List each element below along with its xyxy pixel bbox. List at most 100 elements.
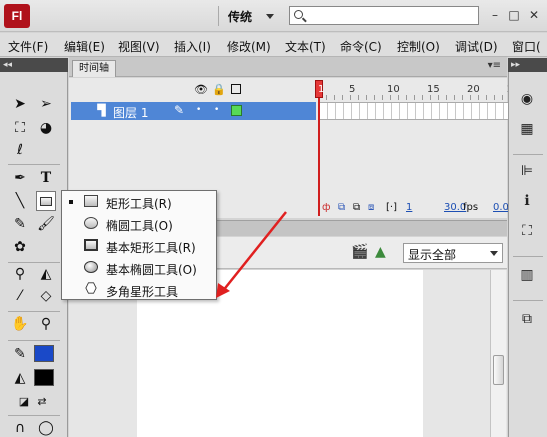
- eye-icon[interactable]: 👁: [194, 83, 208, 96]
- tools-panel: ➤ ➢ ⛶ ◕ ℓ ✒ T ╲ ✎ 🖌 ✿ ⚲ ◭ ⁄ ◇ ✋ ⚲ ✎ ◭ ◪ …: [0, 72, 68, 437]
- brush-tool-icon[interactable]: 🖌: [36, 214, 56, 234]
- frame-number: 10: [387, 84, 400, 95]
- library-panel-icon[interactable]: ▥: [518, 266, 536, 284]
- snap-magnet-icon[interactable]: ∩: [10, 418, 30, 437]
- rectangle-tool-icon[interactable]: [36, 191, 56, 211]
- deco-tool-icon[interactable]: ✿: [10, 237, 30, 257]
- menu-item-primitive-oval-tool[interactable]: 基本椭圆工具(O): [62, 257, 216, 279]
- menu-edit[interactable]: 编辑(E): [64, 38, 105, 55]
- menu-window[interactable]: 窗口(: [512, 38, 541, 55]
- pen-tool-icon[interactable]: ✒: [10, 168, 30, 188]
- onion-skin-icon[interactable]: ⧉: [338, 202, 345, 213]
- zoom-tool-icon[interactable]: ⚲: [36, 314, 56, 334]
- tool-divider: [8, 415, 60, 416]
- flash-logo: Fl: [4, 4, 30, 28]
- frame-number: 5: [349, 84, 356, 95]
- workspace-switcher[interactable]: 传统: [228, 8, 252, 25]
- lock-dot[interactable]: •: [214, 105, 219, 115]
- align-panel-icon[interactable]: ⊫: [518, 162, 536, 180]
- zoom-select[interactable]: 显示全部: [403, 243, 503, 263]
- visible-dot[interactable]: •: [196, 105, 201, 115]
- subselection-tool-icon[interactable]: ➢: [36, 94, 56, 114]
- eraser-tool-icon[interactable]: ◇: [36, 286, 56, 306]
- transform-panel-icon[interactable]: ⛶: [518, 222, 536, 240]
- chevron-down-icon[interactable]: [266, 14, 274, 19]
- lasso-tool-icon[interactable]: ℓ: [10, 140, 30, 160]
- panel-menu-icon[interactable]: ▾≡: [488, 60, 501, 71]
- menu-debug[interactable]: 调试(D): [455, 38, 498, 55]
- shape-tools-menu: 矩形工具(R) 椭圆工具(O) 基本矩形工具(R) 基本椭圆工具(O) 多角星形…: [61, 190, 217, 300]
- edit-scene-icon[interactable]: 🎬: [351, 244, 368, 260]
- menu-item-rectangle-tool[interactable]: 矩形工具(R): [62, 191, 216, 213]
- swatches-panel-icon[interactable]: ▦: [518, 120, 536, 138]
- swap-colors-icon[interactable]: ⇄: [32, 391, 52, 411]
- layer-name[interactable]: 图层 1: [113, 104, 148, 121]
- fill-color-icon: ◭: [14, 370, 26, 386]
- info-panel-icon[interactable]: ℹ: [518, 192, 536, 210]
- minimize-button[interactable]: –: [487, 7, 503, 23]
- tab-timeline[interactable]: 时间轴: [72, 60, 116, 77]
- fill-color-swatch[interactable]: [34, 369, 54, 386]
- menu-modify[interactable]: 修改(M): [227, 38, 271, 55]
- playhead[interactable]: [318, 80, 320, 216]
- search-input[interactable]: [289, 6, 479, 25]
- edit-symbols-icon[interactable]: ▲: [375, 244, 386, 260]
- menu-item-primitive-rectangle-tool[interactable]: 基本矩形工具(R): [62, 235, 216, 257]
- panels-collapse-strip[interactable]: ▸▸: [508, 58, 547, 72]
- paint-bucket-tool-icon[interactable]: ◭: [36, 264, 56, 284]
- tool-divider: [8, 262, 60, 263]
- onion-markers-icon[interactable]: [·]: [386, 202, 397, 213]
- scroll-thumb[interactable]: [493, 355, 504, 385]
- menu-item-polystar-tool[interactable]: 多角星形工具: [62, 279, 216, 301]
- straighten-icon[interactable]: ◯: [36, 418, 56, 437]
- timeline-tab-bar: 时间轴 ▾≡: [69, 57, 507, 77]
- components-panel-icon[interactable]: ⧉: [518, 310, 536, 328]
- maximize-button[interactable]: □: [506, 7, 522, 23]
- color-panel-icon[interactable]: ◉: [518, 90, 536, 108]
- menu-control[interactable]: 控制(O): [397, 38, 440, 55]
- default-colors-icon[interactable]: ◪: [14, 391, 34, 411]
- frame-number: 20: [467, 84, 480, 95]
- menu-file[interactable]: 文件(F): [8, 38, 48, 55]
- panel-divider: [513, 154, 543, 155]
- edit-multiple-frames-icon[interactable]: ⧈: [368, 202, 374, 213]
- 3d-rotation-tool-icon[interactable]: ◕: [36, 118, 56, 138]
- title-bar: Fl 传统 – □ ✕: [0, 0, 547, 32]
- lock-icon[interactable]: 🔒: [212, 83, 226, 96]
- fps-unit: fps: [463, 202, 479, 213]
- bone-tool-icon[interactable]: ⚲: [10, 264, 30, 284]
- selection-tool-icon[interactable]: ➤: [10, 94, 30, 114]
- menu-item-oval-tool[interactable]: 椭圆工具(O): [62, 213, 216, 235]
- menu-view[interactable]: 视图(V): [118, 38, 160, 55]
- line-tool-icon[interactable]: ╲: [10, 191, 30, 211]
- eyedropper-tool-icon[interactable]: ⁄: [10, 286, 30, 306]
- stage-scrollbar[interactable]: [490, 270, 506, 437]
- panel-divider: [513, 300, 543, 301]
- zoom-value: 显示全部: [408, 248, 457, 262]
- search-icon: [294, 10, 303, 19]
- menu-commands[interactable]: 命令(C): [340, 38, 382, 55]
- outline-icon[interactable]: [231, 84, 241, 94]
- menu-text[interactable]: 文本(T): [285, 38, 326, 55]
- close-button[interactable]: ✕: [526, 7, 542, 23]
- right-panel-dock: ◉ ▦ ⊫ ℹ ⛶ ▥ ⧉: [508, 72, 547, 437]
- tools-collapse-strip[interactable]: ◂◂: [0, 58, 68, 72]
- layer-row[interactable]: ▝▌ 图层 1 ✎ • •: [71, 102, 316, 120]
- selected-bullet: [69, 200, 73, 204]
- hand-tool-icon[interactable]: ✋: [10, 314, 30, 334]
- title-separator: [218, 6, 219, 26]
- free-transform-tool-icon[interactable]: ⛶: [10, 118, 30, 138]
- onion-outline-icon[interactable]: ⧉: [353, 202, 360, 213]
- oval-icon: [84, 217, 98, 229]
- pencil-tool-icon[interactable]: ✎: [10, 214, 30, 234]
- current-frame[interactable]: 1: [406, 202, 412, 213]
- frame-number: 15: [427, 84, 440, 95]
- center-frame-icon[interactable]: ф: [322, 202, 331, 213]
- text-tool-icon[interactable]: T: [36, 168, 56, 188]
- rectangle-icon: [84, 195, 98, 207]
- polystar-icon: [85, 282, 97, 294]
- stroke-color-swatch[interactable]: [34, 345, 54, 362]
- layer-icon: ▝▌: [93, 104, 110, 117]
- menu-insert[interactable]: 插入(I): [174, 38, 211, 55]
- layer-outline-color[interactable]: [231, 105, 242, 116]
